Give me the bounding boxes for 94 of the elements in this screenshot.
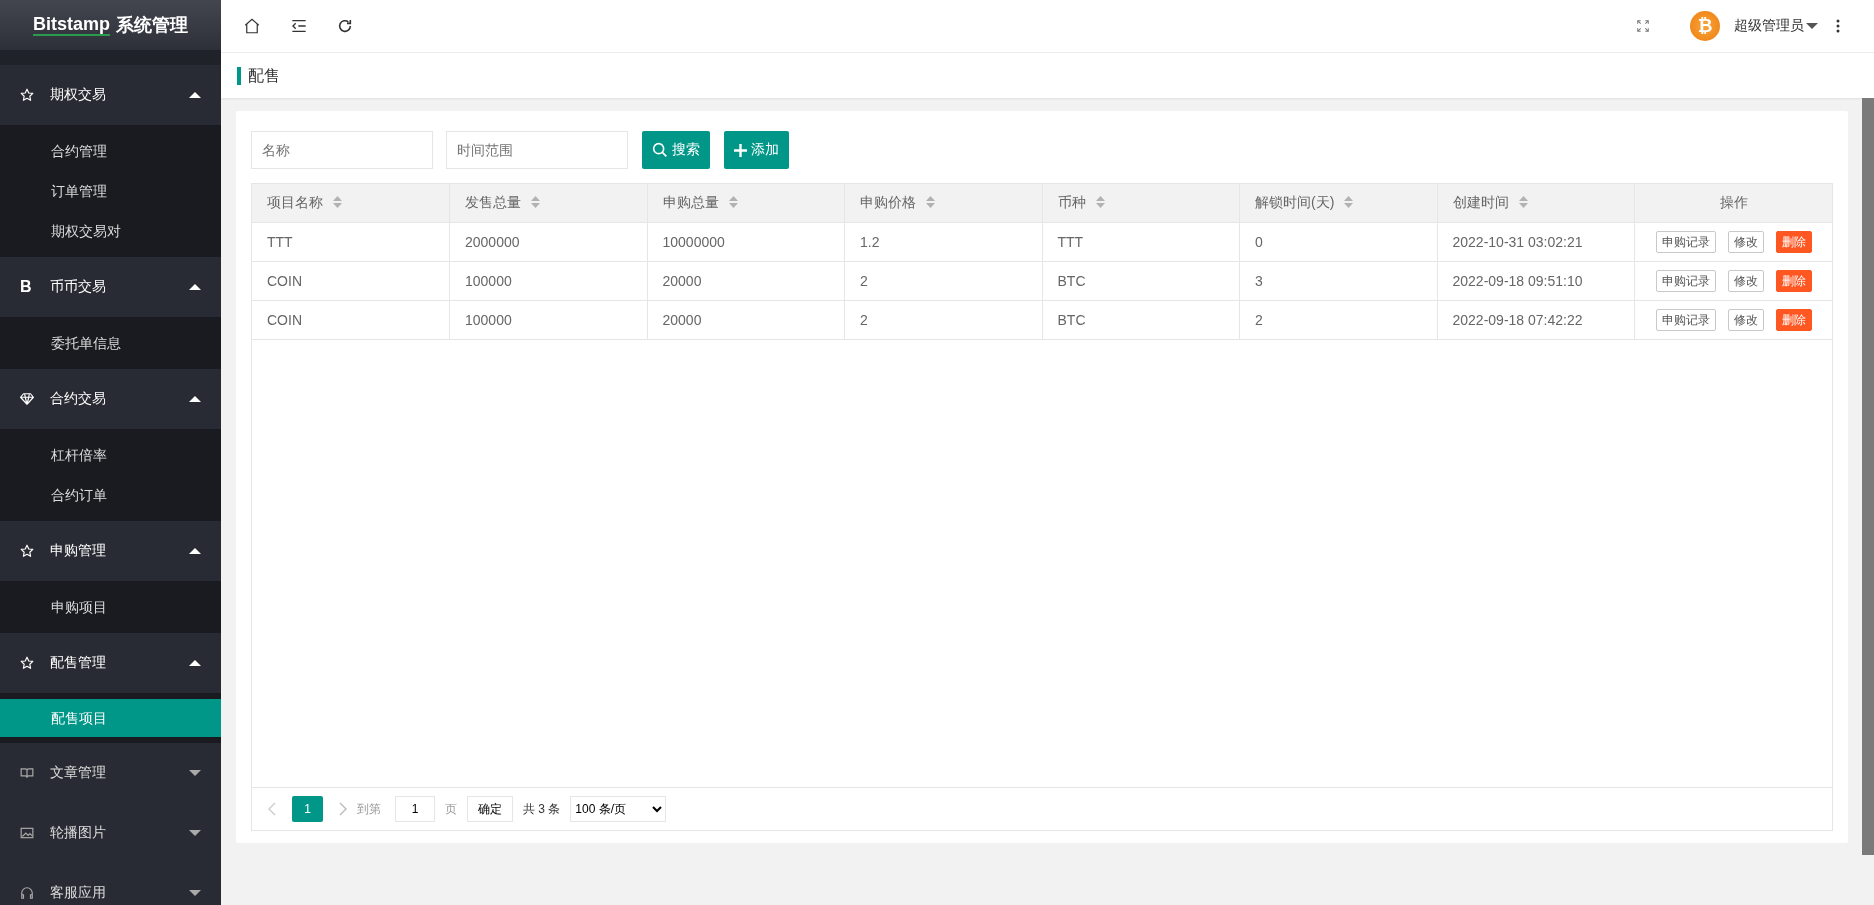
table-cell: TTT: [267, 234, 293, 250]
sort-icon: [926, 196, 935, 208]
caret-icon: [189, 830, 201, 836]
search-button[interactable]: 搜索: [642, 131, 710, 169]
diamond-icon: [20, 393, 34, 405]
caret-icon: [1806, 23, 1818, 29]
confirm-button[interactable]: 确定: [467, 796, 513, 822]
caret-icon: [189, 92, 201, 98]
table-cell: 100000: [465, 312, 512, 328]
menu-item[interactable]: 杠杆倍率: [0, 435, 221, 475]
menu-group[interactable]: 文章管理: [0, 743, 221, 803]
table-cell: 3: [1255, 273, 1263, 289]
table-cell: 2: [860, 312, 868, 328]
sort-icon: [1095, 196, 1105, 208]
menu-group[interactable]: 配售管理: [0, 633, 221, 693]
star-icon: [20, 656, 34, 670]
column-header[interactable]: 币种: [1057, 194, 1105, 210]
menu-group[interactable]: B 币币交易: [0, 257, 221, 317]
table-cell: 2022-09-18 07:42:22: [1452, 312, 1583, 328]
menu-group[interactable]: 轮播图片: [0, 803, 221, 863]
menu-group[interactable]: 客服应用: [0, 863, 221, 905]
total-count: 共 3 条: [523, 800, 561, 818]
table-cell: COIN: [267, 312, 302, 328]
column-header: 操作: [1719, 194, 1748, 210]
page-size-select[interactable]: 100 条/页: [570, 796, 667, 822]
goto-label: 到第: [357, 800, 381, 818]
indent-icon[interactable]: [291, 19, 307, 33]
table-cell: 0: [1255, 234, 1263, 250]
fullscreen-icon[interactable]: [1636, 19, 1650, 33]
letter-icon: B: [20, 278, 32, 296]
logo-title: 系统管理: [116, 14, 188, 37]
caret-icon: [189, 890, 201, 896]
menu-item[interactable]: 订单管理: [0, 171, 221, 211]
action-button[interactable]: 修改: [1727, 309, 1764, 331]
caret-icon: [189, 548, 201, 554]
page-unit-label: 页: [445, 800, 457, 818]
page-number-field[interactable]: 1: [395, 796, 435, 822]
table-cell: TTT: [1057, 234, 1084, 250]
caret-icon: [189, 396, 201, 402]
logo-brand: Bitstamp: [33, 14, 110, 36]
column-header[interactable]: 申购总量: [662, 194, 738, 210]
action-button[interactable]: 申购记录: [1655, 270, 1716, 292]
table-cell: COIN: [267, 273, 302, 289]
action-button[interactable]: 申购记录: [1655, 231, 1716, 253]
book-icon: [20, 767, 34, 779]
menu-group[interactable]: 合约交易: [0, 369, 221, 429]
sort-icon: [333, 196, 342, 208]
sort-icon: [1518, 196, 1528, 208]
action-button[interactable]: 修改: [1727, 231, 1764, 253]
action-button[interactable]: 申购记录: [1655, 309, 1716, 331]
column-header[interactable]: 创建时间: [1452, 194, 1528, 210]
sort-icon: [531, 196, 540, 208]
sort-icon: [728, 196, 738, 208]
picture-icon: [20, 827, 34, 839]
column-header[interactable]: 项目名称: [267, 194, 342, 210]
table-cell: 10000000: [662, 234, 725, 250]
refresh-icon[interactable]: [337, 18, 353, 34]
home-icon[interactable]: [243, 17, 261, 35]
action-button[interactable]: 修改: [1727, 270, 1764, 292]
column-header[interactable]: 发售总量: [465, 194, 540, 210]
menu-item[interactable]: 配售项目: [0, 699, 221, 737]
page-button[interactable]: 1: [292, 796, 323, 822]
name-field[interactable]: 名称: [251, 131, 433, 169]
table-cell: 2: [860, 273, 868, 289]
menu-item[interactable]: 合约管理: [0, 131, 221, 171]
menu-group[interactable]: 期权交易: [0, 65, 221, 125]
sort-icon: [1344, 196, 1354, 208]
table-cell: 2022-09-18 09:51:10: [1452, 273, 1583, 289]
page-title: 配售: [237, 66, 280, 85]
menu-item[interactable]: 合约订单: [0, 475, 221, 515]
table-cell: 2: [1255, 312, 1263, 328]
menu-group[interactable]: 申购管理: [0, 521, 221, 581]
table-cell: 2000000: [465, 234, 520, 250]
table-cell: 100000: [465, 273, 512, 289]
table-cell: 2022-10-31 03:02:21: [1452, 234, 1583, 250]
table-cell: 1.2: [860, 234, 880, 250]
menu-item[interactable]: 期权交易对: [0, 211, 221, 251]
more-icon[interactable]: [1836, 19, 1840, 33]
table-cell: 20000: [662, 312, 702, 328]
user-menu[interactable]: 超级管理员: [1734, 17, 1804, 35]
table-cell: BTC: [1057, 312, 1086, 328]
headset-icon: [20, 886, 34, 900]
caret-icon: [189, 660, 201, 666]
column-header[interactable]: 申购价格: [860, 194, 935, 210]
caret-icon: [189, 284, 201, 290]
search-icon: [652, 142, 668, 158]
star-icon: [20, 544, 34, 558]
table-cell: BTC: [1057, 273, 1086, 289]
time-range-field[interactable]: 时间范围: [446, 131, 628, 169]
star-icon: [20, 88, 34, 102]
plus-icon: [734, 143, 747, 157]
table-cell: 20000: [662, 273, 702, 289]
add-button[interactable]: 添加: [724, 131, 789, 169]
caret-icon: [189, 770, 201, 776]
